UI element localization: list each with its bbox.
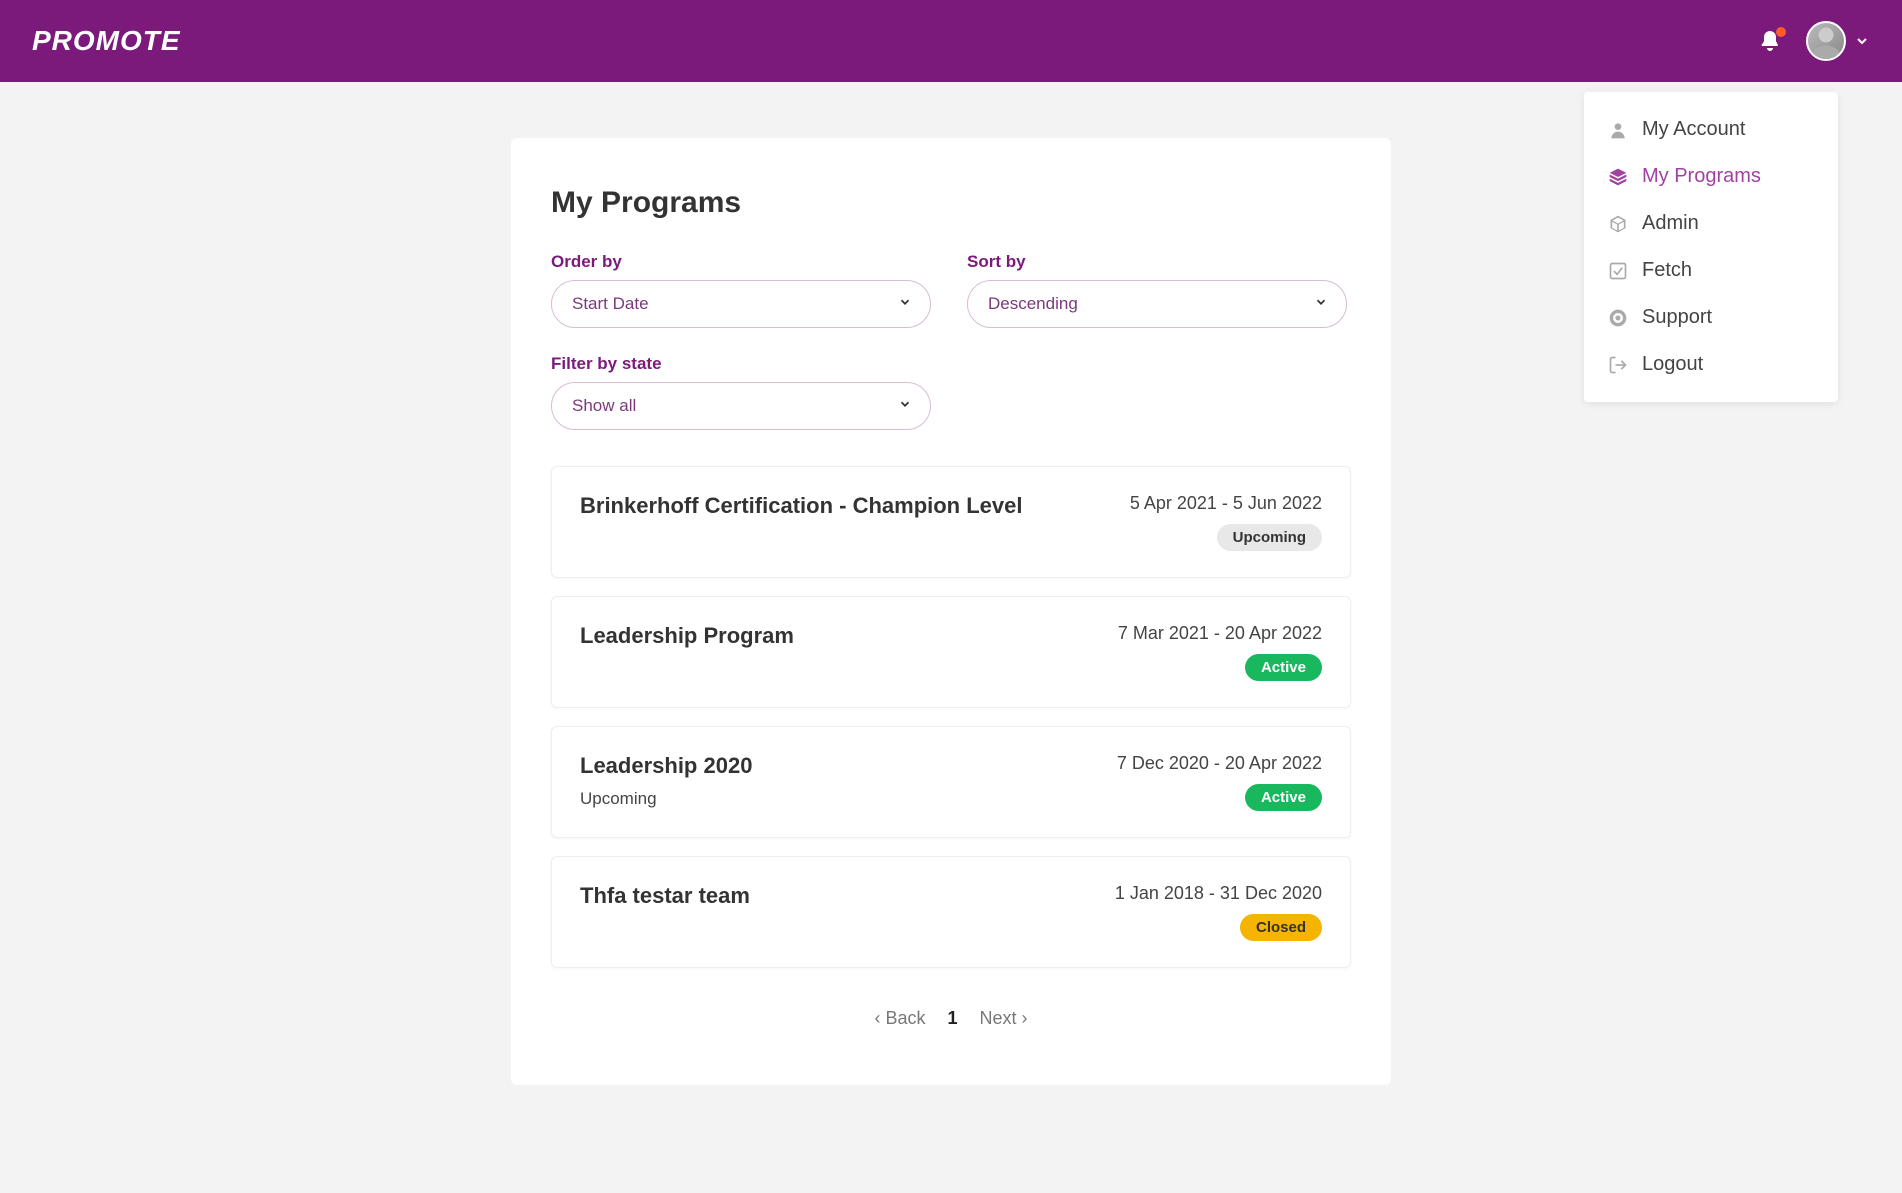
- avatar: [1806, 21, 1846, 61]
- filter-state-label: Filter by state: [551, 354, 931, 374]
- program-card-right: 5 Apr 2021 - 5 Jun 2022 Upcoming: [1130, 493, 1322, 551]
- order-by-value: Start Date: [572, 294, 649, 314]
- program-title: Leadership Program: [580, 623, 794, 649]
- cube-icon: [1608, 214, 1628, 234]
- user-menu-item-support[interactable]: Support: [1584, 294, 1838, 341]
- lifebuoy-icon: [1608, 308, 1628, 328]
- program-dates: 5 Apr 2021 - 5 Jun 2022: [1130, 493, 1322, 514]
- status-badge: Active: [1245, 654, 1322, 681]
- filter-state-select[interactable]: Show all: [551, 382, 931, 430]
- program-subtitle: Upcoming: [580, 789, 752, 809]
- app-header: PROMOTE: [0, 0, 1902, 82]
- notifications-button[interactable]: [1758, 29, 1782, 53]
- program-dates: 1 Jan 2018 - 31 Dec 2020: [1115, 883, 1322, 904]
- chevron-down-icon: [898, 294, 912, 314]
- program-card-left: Brinkerhoff Certification - Champion Lev…: [580, 493, 1023, 551]
- program-title: Thfa testar team: [580, 883, 750, 909]
- chevron-down-icon: [1854, 33, 1870, 49]
- status-badge: Active: [1245, 784, 1322, 811]
- user-menu-toggle[interactable]: [1806, 21, 1870, 61]
- filter-state-value: Show all: [572, 396, 636, 416]
- program-title: Leadership 2020: [580, 753, 752, 779]
- layers-icon: [1608, 167, 1628, 187]
- order-by-select[interactable]: Start Date: [551, 280, 931, 328]
- sort-by-select[interactable]: Descending: [967, 280, 1347, 328]
- user-menu-item-label: Admin: [1642, 212, 1699, 235]
- order-by-group: Order by Start Date: [551, 252, 931, 328]
- pagination-next[interactable]: Next ›: [980, 1008, 1028, 1029]
- program-list: Brinkerhoff Certification - Champion Lev…: [551, 466, 1351, 968]
- program-card-right: 7 Mar 2021 - 20 Apr 2022 Active: [1118, 623, 1322, 681]
- sort-by-group: Sort by Descending: [967, 252, 1347, 328]
- filters-row-1: Order by Start Date Sort by Descending: [551, 252, 1351, 328]
- order-by-label: Order by: [551, 252, 931, 272]
- user-menu-item-label: Logout: [1642, 353, 1703, 376]
- program-card[interactable]: Leadership 2020 Upcoming 7 Dec 2020 - 20 A…: [551, 726, 1351, 838]
- user-menu-item-admin[interactable]: Admin: [1584, 200, 1838, 247]
- sort-by-label: Sort by: [967, 252, 1347, 272]
- filters-row-2: Filter by state Show all: [551, 354, 1351, 430]
- user-icon: [1608, 120, 1628, 140]
- header-right: [1758, 21, 1870, 61]
- user-menu-item-label: My Account: [1642, 118, 1745, 141]
- pagination: ‹ Back 1 Next ›: [551, 1008, 1351, 1029]
- logout-icon: [1608, 355, 1628, 375]
- program-card[interactable]: Brinkerhoff Certification - Champion Lev…: [551, 466, 1351, 578]
- chevron-down-icon: [898, 396, 912, 416]
- status-badge: Upcoming: [1217, 524, 1322, 551]
- page-title: My Programs: [551, 186, 1351, 220]
- user-dropdown: My Account My Programs Admin Fetch Support Lo…: [1584, 92, 1838, 402]
- status-badge: Closed: [1240, 914, 1322, 941]
- program-title: Brinkerhoff Certification - Champion Lev…: [580, 493, 1023, 519]
- program-card[interactable]: Thfa testar team 1 Jan 2018 - 31 Dec 2020…: [551, 856, 1351, 968]
- user-menu-item-logout[interactable]: Logout: [1584, 341, 1838, 388]
- user-menu-item-label: Fetch: [1642, 259, 1692, 282]
- pagination-back[interactable]: ‹ Back: [874, 1008, 925, 1029]
- chevron-down-icon: [1314, 294, 1328, 314]
- logo[interactable]: PROMOTE: [32, 25, 181, 57]
- program-card[interactable]: Leadership Program 7 Mar 2021 - 20 Apr 20…: [551, 596, 1351, 708]
- program-dates: 7 Dec 2020 - 20 Apr 2022: [1117, 753, 1322, 774]
- program-card-right: 7 Dec 2020 - 20 Apr 2022 Active: [1117, 753, 1322, 811]
- user-menu-item-fetch[interactable]: Fetch: [1584, 247, 1838, 294]
- user-menu-item-label: My Programs: [1642, 165, 1761, 188]
- notification-dot: [1776, 27, 1786, 37]
- user-menu-item-my-programs[interactable]: My Programs: [1584, 153, 1838, 200]
- user-menu-item-my-account[interactable]: My Account: [1584, 106, 1838, 153]
- program-card-right: 1 Jan 2018 - 31 Dec 2020 Closed: [1115, 883, 1322, 941]
- check-icon: [1608, 261, 1628, 281]
- program-card-left: Leadership 2020 Upcoming: [580, 753, 752, 811]
- program-card-left: Thfa testar team: [580, 883, 750, 941]
- sort-by-value: Descending: [988, 294, 1078, 314]
- program-card-left: Leadership Program: [580, 623, 794, 681]
- pagination-current: 1: [947, 1008, 957, 1029]
- program-dates: 7 Mar 2021 - 20 Apr 2022: [1118, 623, 1322, 644]
- main-panel: My Programs Order by Start Date Sort by …: [511, 138, 1391, 1085]
- filter-state-group: Filter by state Show all: [551, 354, 931, 430]
- user-menu-item-label: Support: [1642, 306, 1712, 329]
